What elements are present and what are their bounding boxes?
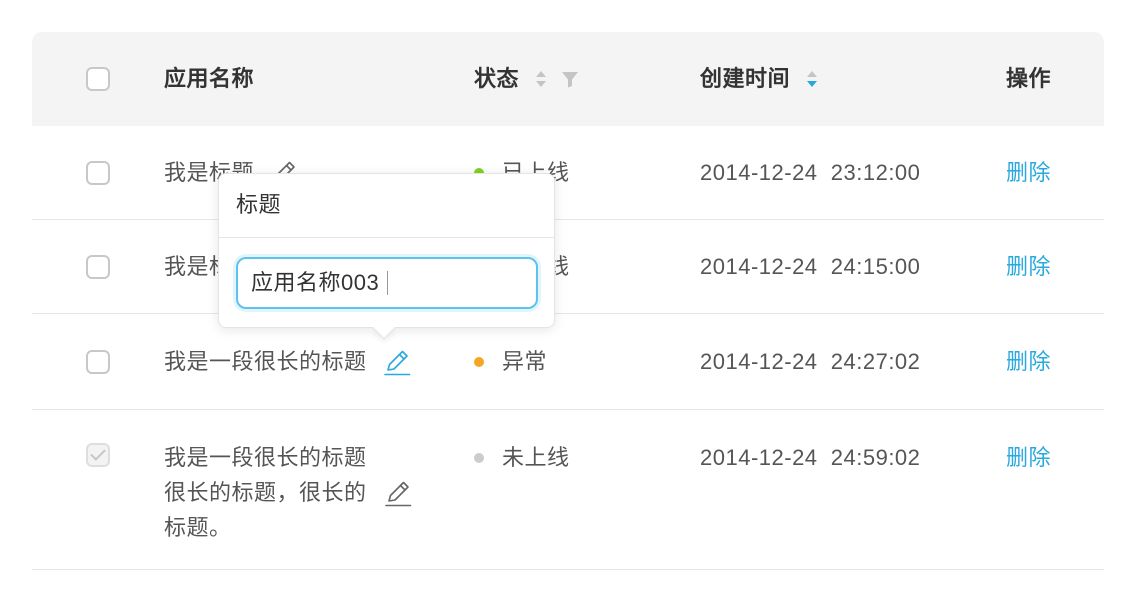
status-filter-icon[interactable] [561, 70, 579, 88]
row-check-cell [32, 160, 164, 185]
title-input-value: 应用名称003 [251, 270, 380, 295]
table-row: 我是标题 已上线 2014-12-24 24:15:00 删除 [32, 220, 1104, 314]
row-check-cell [32, 254, 164, 279]
column-header-actions: 操作 [1006, 66, 1052, 91]
action-cell: 删除 [1006, 347, 1104, 377]
column-header-name: 应用名称 [164, 66, 255, 91]
edit-title-popover: 标题 应用名称003 [218, 173, 555, 340]
status-dot [474, 356, 484, 367]
title-input[interactable]: 应用名称003 [236, 257, 538, 309]
status-cell: 未上线 [474, 440, 700, 475]
select-all-checkbox[interactable] [86, 67, 110, 91]
app-name: 我是一段很长的标题很长的标题，很长的标题。 [164, 445, 367, 540]
name-cell: 我是一段很长的标题很长的标题，很长的标题。 [164, 440, 474, 545]
table-header: 应用名称 状态 创建时间 操作 [32, 32, 1104, 126]
app-name: 我是一段很长的标题 [164, 348, 367, 374]
delete-link[interactable]: 删除 [1006, 347, 1051, 377]
popover-title: 标题 [219, 174, 554, 238]
time-cell: 2014-12-24 24:27:02 [700, 347, 1006, 377]
header-actions-cell: 操作 [1006, 64, 1104, 94]
table-row: 我是一段很长的标题 异常 2014-12-24 24:27:02 删除 [32, 314, 1104, 410]
delete-link[interactable]: 删除 [1006, 252, 1051, 282]
row-checkbox [86, 443, 110, 467]
status-sort-icon[interactable] [536, 70, 547, 88]
row-check-cell [32, 349, 164, 374]
header-created-cell: 创建时间 [700, 64, 1006, 94]
header-status-cell: 状态 [474, 64, 700, 94]
header-check-cell [32, 67, 164, 91]
time-cell: 2014-12-24 24:15:00 [700, 252, 1006, 282]
time-cell: 2014-12-24 23:12:00 [700, 158, 1006, 188]
status-dot [474, 452, 484, 463]
action-cell: 删除 [1006, 158, 1104, 188]
action-cell: 删除 [1006, 252, 1104, 282]
status-cell: 异常 [474, 347, 700, 377]
text-caret [387, 271, 389, 295]
delete-link[interactable]: 删除 [1006, 158, 1051, 188]
table-row: 我是标题 已上线 2014-12-24 23:12:00 删除 [32, 126, 1104, 220]
app-table: 应用名称 状态 创建时间 操作 我是标题 已上线 2014-12-24 23:1… [32, 32, 1104, 570]
created-time: 2014-12-24 23:12:00 [700, 159, 921, 185]
action-cell: 删除 [1006, 440, 1104, 475]
created-time: 2014-12-24 24:15:00 [700, 253, 921, 279]
column-header-status: 状态 [474, 66, 520, 91]
row-checkbox[interactable] [86, 254, 110, 279]
name-cell: 我是一段很长的标题 [164, 347, 474, 377]
header-name-cell: 应用名称 [164, 64, 474, 94]
table-row: 我是一段很长的标题很长的标题，很长的标题。 未上线 2014-12-24 24:… [32, 410, 1104, 570]
pencil-icon[interactable] [384, 479, 412, 507]
row-check-cell [32, 443, 164, 467]
created-sort-icon[interactable] [806, 70, 818, 88]
created-time: 2014-12-24 24:59:02 [700, 445, 921, 470]
status-text: 未上线 [502, 445, 570, 470]
pencil-icon[interactable] [383, 348, 411, 376]
time-cell: 2014-12-24 24:59:02 [700, 440, 1006, 475]
row-checkbox[interactable] [86, 349, 110, 374]
status-text: 异常 [502, 348, 548, 374]
delete-link[interactable]: 删除 [1006, 440, 1051, 475]
created-time: 2014-12-24 24:27:02 [700, 348, 921, 374]
column-header-created: 创建时间 [700, 66, 791, 91]
row-checkbox[interactable] [86, 160, 110, 185]
